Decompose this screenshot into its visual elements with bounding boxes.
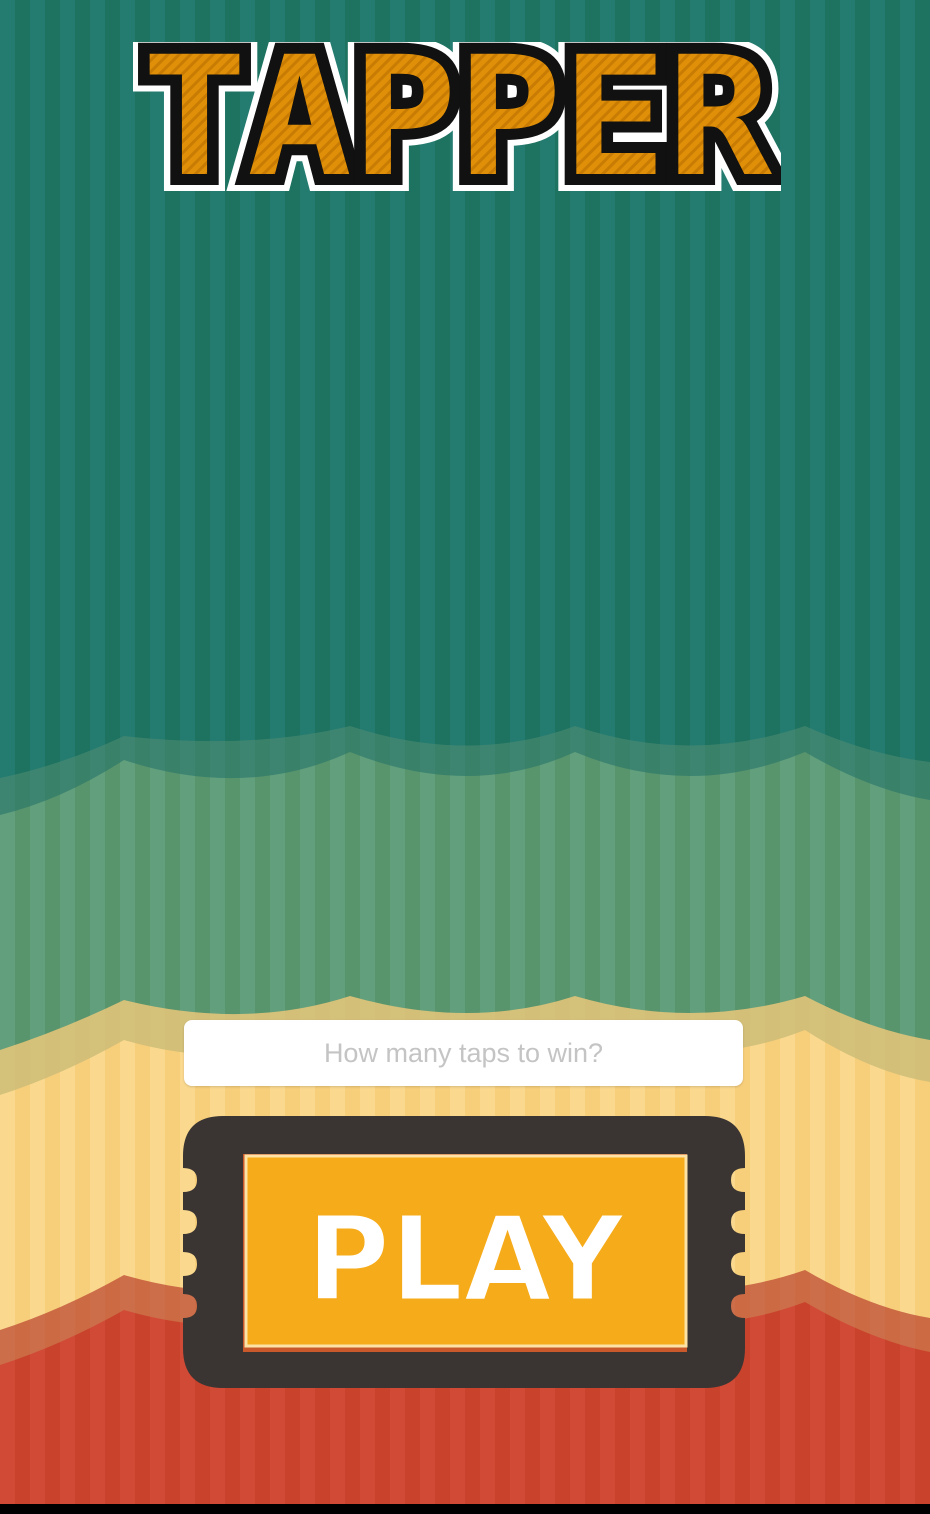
play-button[interactable]: PLAY PLAY [183,1116,745,1388]
game-screen: TAPPER TAPPER TAPPER PLAY PLAY [0,0,930,1514]
bottom-bar [0,1504,930,1514]
taps-to-win-input[interactable] [184,1020,743,1086]
play-label-inline: PLAY [306,1190,626,1328]
ticket-graphic: PLAY PLAY [183,1116,745,1388]
title-logo: TAPPER TAPPER TAPPER [133,42,781,192]
title-text: TAPPER [142,42,773,192]
